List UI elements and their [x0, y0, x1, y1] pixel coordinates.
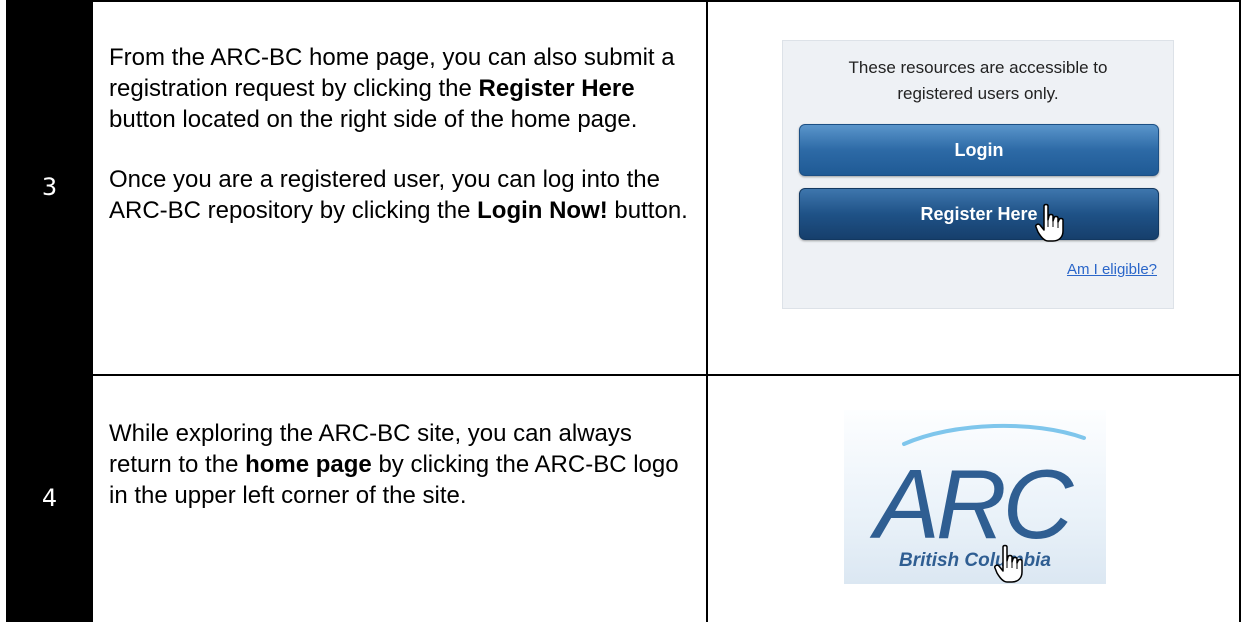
step-number: 4: [6, 374, 93, 622]
step-number: 3: [6, 0, 93, 374]
step-row-3: 3 From the ARC-BC home page, you can als…: [0, 0, 1241, 374]
logo-caption: British Columbia: [898, 550, 1051, 571]
emphasis-home-page: home page: [245, 451, 372, 478]
step-screenshot-cell: ARC British Columbia: [708, 374, 1241, 622]
step-row-4: 4 While exploring the ARC-BC site, you c…: [0, 374, 1241, 622]
am-i-eligible-link[interactable]: Am I eligible?: [1067, 261, 1157, 278]
access-message: These resources are accessible to regist…: [848, 58, 1108, 103]
register-here-button[interactable]: Register Here: [799, 188, 1159, 240]
hand-pointer-icon: [994, 544, 1023, 583]
login-button[interactable]: Login: [799, 124, 1159, 176]
arc-bc-logo[interactable]: ARC British Columbia: [844, 410, 1106, 584]
arc-logo-mark: ARC: [870, 423, 1086, 550]
step-screenshot-cell: These resources are accessible to regist…: [708, 0, 1241, 374]
emphasis-register-here: Register Here: [478, 75, 635, 102]
logo-text: ARC: [870, 449, 1075, 550]
step-instructions: While exploring the ARC-BC site, you can…: [93, 374, 708, 622]
emphasis-login-now: Login Now!: [477, 197, 608, 224]
login-panel-screenshot: These resources are accessible to regist…: [782, 40, 1174, 309]
instruction-paragraph: Once you are a registered user, you can …: [109, 166, 688, 224]
instruction-paragraph: From the ARC-BC home page, you can also …: [109, 44, 675, 133]
instruction-paragraph: While exploring the ARC-BC site, you can…: [109, 420, 679, 509]
hand-pointer-icon: [1035, 203, 1064, 242]
step-instructions: From the ARC-BC home page, you can also …: [93, 0, 708, 374]
